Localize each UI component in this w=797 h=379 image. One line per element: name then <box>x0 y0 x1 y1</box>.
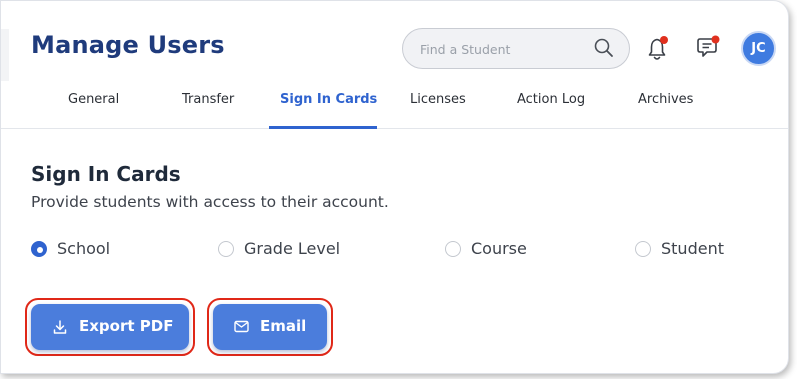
avatar[interactable]: JC <box>741 31 776 66</box>
manage-users-panel: Manage Users JC General Transfer Sign In… <box>0 0 789 374</box>
page-title: Manage Users <box>31 31 225 59</box>
email-label: Email <box>260 317 307 335</box>
radio-label: Grade Level <box>244 239 341 258</box>
tab-archives[interactable]: Archives <box>638 92 693 107</box>
radio-button[interactable] <box>635 241 651 257</box>
section-title: Sign In Cards <box>31 162 181 186</box>
tab-action-log[interactable]: Action Log <box>517 92 585 107</box>
page-header: Manage Users JC General Transfer Sign In… <box>1 1 788 129</box>
section-subtitle: Provide students with access to their ac… <box>31 193 389 211</box>
radio-label: School <box>57 239 111 258</box>
tab-general[interactable]: General <box>68 92 119 107</box>
export-pdf-button[interactable]: Export PDF <box>31 304 189 350</box>
download-icon <box>53 320 67 334</box>
export-pdf-label: Export PDF <box>79 317 174 335</box>
left-edge-panel <box>1 29 9 81</box>
tab-transfer[interactable]: Transfer <box>182 92 234 107</box>
message-dot <box>711 35 720 44</box>
radio-button[interactable] <box>445 241 461 257</box>
radio-label: Student <box>661 239 724 258</box>
search-input[interactable] <box>420 40 590 58</box>
radio-button[interactable] <box>218 241 234 257</box>
chat-icon[interactable] <box>694 35 722 61</box>
search-icon[interactable] <box>593 37 615 59</box>
email-button[interactable]: Email <box>213 304 327 350</box>
notification-dot <box>660 36 668 44</box>
bell-icon[interactable] <box>646 35 672 63</box>
active-tab-indicator <box>269 126 377 129</box>
radio-label: Course <box>471 239 527 258</box>
envelope-icon <box>234 320 249 333</box>
tab-sign-in-cards[interactable]: Sign In Cards <box>280 92 377 107</box>
radio-button-checked[interactable] <box>31 241 47 257</box>
tab-licenses[interactable]: Licenses <box>410 92 466 107</box>
